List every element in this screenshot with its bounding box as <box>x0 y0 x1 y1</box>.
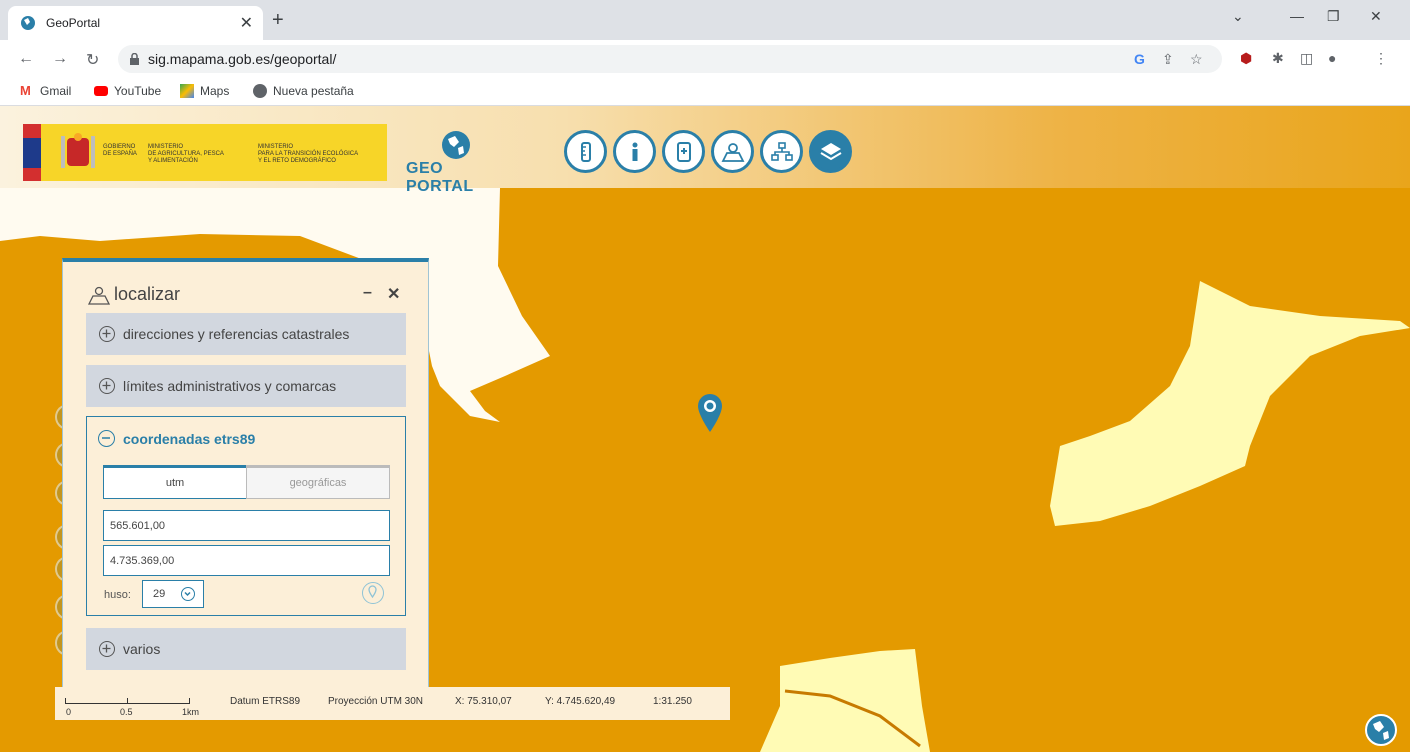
address-bar[interactable]: sig.mapama.gob.es/geoportal/ G ⇪ ☆ <box>118 45 1222 73</box>
huso-value: 29 <box>153 588 166 600</box>
huso-select[interactable]: 29 <box>142 580 204 608</box>
star-icon[interactable]: ☆ <box>1190 51 1203 68</box>
restore-button[interactable]: ❐ <box>1327 8 1340 25</box>
header-banner: GOBIERNO DE ESPAÑA MINISTERIO DE AGRICUL… <box>0 106 1410 195</box>
lock-icon <box>130 53 139 65</box>
bookmark-nueva-pestana[interactable]: Nueva pestaña <box>253 84 354 98</box>
locate-icon[interactable] <box>711 130 754 173</box>
menu-icon[interactable]: ⋮ <box>1374 50 1388 67</box>
gov-text-1: GOBIERNO DE ESPAÑA <box>103 144 137 157</box>
tab-search-icon[interactable]: ⌄ <box>1232 8 1244 25</box>
panel-title: localizar <box>114 284 181 304</box>
eu-flag-icon <box>23 138 41 168</box>
plus-icon <box>99 378 115 394</box>
datum-text: Datum ETRS89 <box>230 696 301 707</box>
globe-icon <box>253 84 267 98</box>
window-close-button[interactable]: ✕ <box>1370 8 1382 25</box>
reload-icon[interactable]: ↻ <box>86 50 99 70</box>
browser-toolbar: ← → ↻ sig.mapama.gob.es/geoportal/ G ⇪ ☆… <box>0 40 1410 78</box>
gov-logo: GOBIERNO DE ESPAÑA MINISTERIO DE AGRICUL… <box>23 124 387 181</box>
google-icon[interactable]: G <box>1134 51 1145 67</box>
minimize-panel-button[interactable]: – <box>363 284 372 302</box>
section-label: direcciones y referencias catastrales <box>123 326 350 342</box>
minus-icon <box>98 430 115 447</box>
new-tab-button[interactable]: + <box>272 9 284 32</box>
section-label: límites administrativos y comarcas <box>123 378 337 394</box>
scale-label-mid: 0.5 <box>120 707 133 717</box>
back-icon[interactable]: ← <box>18 50 34 68</box>
info-icon[interactable] <box>613 130 656 173</box>
x-readout: X: 75.310,07 <box>455 696 512 707</box>
tab-close-icon[interactable]: ✕ <box>240 13 253 33</box>
gov-text-3: MINISTERIO PARA LA TRANSICIÓN ECOLÓGICA … <box>258 144 359 164</box>
section-coordenadas-header[interactable]: coordenadas etrs89 <box>98 430 255 447</box>
ublock-icon[interactable]: ⬢ <box>1240 50 1252 67</box>
forward-icon[interactable]: → <box>52 50 68 68</box>
y-readout: Y: 4.745.620,49 <box>545 696 616 707</box>
section-varios[interactable]: varios <box>86 628 406 670</box>
bookmark-gmail[interactable]: M Gmail <box>20 83 72 99</box>
sidepanel-icon[interactable]: ◫ <box>1300 50 1313 67</box>
bookmark-maps[interactable]: Maps <box>180 84 229 98</box>
scale-tick <box>127 698 128 704</box>
maps-icon <box>180 84 194 98</box>
minimize-button[interactable]: — <box>1290 8 1304 24</box>
x-coordinate-input[interactable]: 565.601,00 <box>103 510 390 541</box>
bookmark-label: Gmail <box>40 84 72 98</box>
plus-icon <box>99 326 115 342</box>
coord-tabs: utm geográficas <box>103 465 390 499</box>
section-coordenadas: coordenadas etrs89 utm geográficas 565.6… <box>86 416 406 616</box>
overview-map-icon[interactable] <box>1365 714 1397 746</box>
toolbar-icons <box>564 130 852 173</box>
projection-text: Proyección UTM 30N <box>328 696 424 707</box>
browser-tab[interactable]: GeoPortal ✕ <box>8 6 263 40</box>
geoportal-favicon-icon <box>21 16 35 30</box>
ruler-icon[interactable] <box>564 130 607 173</box>
map-pin-icon[interactable] <box>697 393 723 433</box>
tab-geograficas[interactable]: geográficas <box>246 465 390 499</box>
geoportal-logo[interactable]: GEO PORTAL <box>405 130 510 195</box>
plus-icon <box>99 641 115 657</box>
huso-label: huso: <box>104 589 131 601</box>
layers-icon[interactable] <box>809 130 852 173</box>
chevron-down-icon <box>181 587 195 601</box>
bookmark-youtube[interactable]: YouTube <box>94 84 161 98</box>
tab-utm[interactable]: utm <box>103 465 246 499</box>
hierarchy-icon[interactable] <box>760 130 803 173</box>
y-coordinate-input[interactable]: 4.735.369,00 <box>103 545 390 576</box>
youtube-icon <box>94 86 108 96</box>
profile-icon[interactable]: ● <box>1328 50 1336 66</box>
coat-of-arms-icon <box>61 133 95 168</box>
globe-logo-icon <box>442 131 470 159</box>
section-label: varios <box>123 641 161 657</box>
localizar-panel: localizar – ✕ direcciones y referencias … <box>62 258 429 687</box>
gov-text-2: MINISTERIO DE AGRICULTURA, PESCA Y ALIME… <box>148 144 224 164</box>
scale-label-end: 1km <box>182 707 200 717</box>
bookmark-label: Nueva pestaña <box>273 84 354 98</box>
bookmark-icon[interactable] <box>662 130 705 173</box>
bookmark-label: Maps <box>200 84 230 98</box>
panel-header: localizar <box>88 284 180 305</box>
section-limites[interactable]: límites administrativos y comarcas <box>86 365 406 407</box>
bookmark-label: YouTube <box>114 84 162 98</box>
share-icon[interactable]: ⇪ <box>1162 51 1174 68</box>
close-panel-button[interactable]: ✕ <box>387 284 400 304</box>
section-label: coordenadas etrs89 <box>123 430 256 447</box>
scale-label-0: 0 <box>66 707 72 717</box>
url-text: sig.mapama.gob.es/geoportal/ <box>148 51 337 67</box>
gmail-icon: M <box>20 83 31 98</box>
tab-title: GeoPortal <box>46 16 101 30</box>
map-canvas[interactable]: GOBIERNO DE ESPAÑA MINISTERIO DE AGRICUL… <box>0 106 1410 752</box>
map-status-bar: 0 0.5 1km Datum ETRS89 Proyección UTM 30… <box>55 687 730 720</box>
locate-pin-button[interactable] <box>362 582 384 604</box>
bookmarks-bar: M Gmail YouTube Maps Nueva pestaña <box>0 78 1410 106</box>
section-direcciones[interactable]: direcciones y referencias catastrales <box>86 313 406 355</box>
scale-readout: 1:31.250 <box>653 696 692 707</box>
extensions-icon[interactable]: ✱ <box>1272 50 1284 67</box>
browser-tabstrip: GeoPortal ✕ + ⌄ — ❐ ✕ <box>0 0 1410 40</box>
locate-icon <box>88 286 110 305</box>
logo-text: GEO PORTAL <box>406 160 474 195</box>
